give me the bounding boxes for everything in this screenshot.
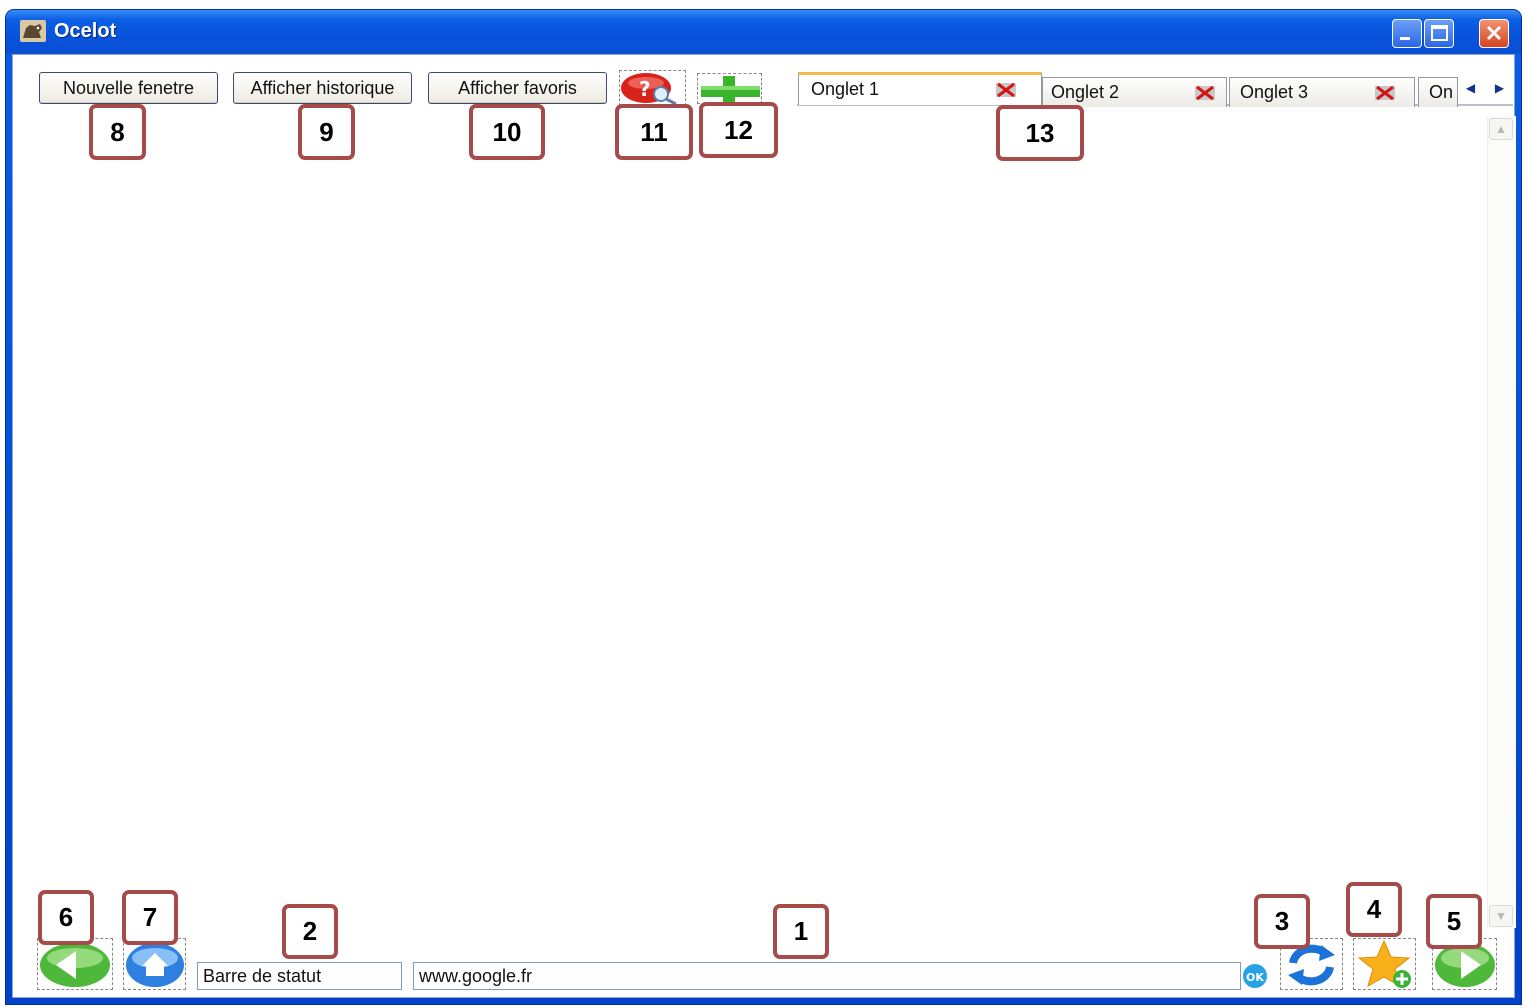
callout-5: 5 [1426, 894, 1482, 949]
tab-onglet-1[interactable]: Onglet 1 [798, 72, 1042, 105]
close-tab-icon[interactable] [1374, 84, 1396, 102]
tab-scroll-right-icon[interactable]: ▶ [1495, 81, 1504, 95]
home-icon [126, 943, 184, 987]
callout-8: 8 [89, 104, 146, 160]
callout-13: 13 [996, 105, 1084, 161]
add-favorite-button[interactable] [1353, 938, 1416, 990]
callout-4: 4 [1346, 882, 1402, 937]
callout-11: 11 [615, 104, 693, 160]
plus-icon [701, 76, 760, 104]
close-tab-icon[interactable] [995, 81, 1017, 99]
tab-scroll-buttons: ◀ ▶ [1456, 78, 1514, 98]
scroll-down-button[interactable]: ▼ [1489, 905, 1513, 927]
tab-label: On [1429, 82, 1454, 102]
url-input[interactable]: www.google.fr [413, 962, 1241, 990]
minimize-button[interactable] [1392, 19, 1422, 48]
ok-icon: OK [1243, 964, 1267, 988]
callout-12: 12 [699, 102, 778, 158]
chevron-up-icon: ▲ [1495, 122, 1507, 136]
browser-content-area[interactable] [12, 54, 1515, 998]
back-button[interactable] [37, 938, 113, 990]
help-search-icon: ? [621, 73, 677, 106]
tab-label: Onglet 1 [811, 79, 880, 99]
callout-9: 9 [298, 104, 355, 160]
callout-7: 7 [122, 890, 178, 945]
scroll-up-button[interactable]: ▲ [1489, 118, 1513, 140]
tab-onglet-2[interactable]: Onglet 2 [1042, 77, 1227, 107]
tab-onglet-3[interactable]: Onglet 3 [1229, 77, 1415, 107]
back-arrow-icon [40, 943, 110, 987]
star-add-icon [1357, 939, 1411, 988]
maximize-button[interactable] [1424, 19, 1454, 48]
maximize-icon [1431, 25, 1448, 41]
tab-onglet-4[interactable]: On [1418, 77, 1458, 107]
new-tab-button[interactable] [697, 73, 762, 104]
vertical-scrollbar[interactable] [1487, 116, 1516, 928]
chevron-down-icon: ▼ [1495, 909, 1507, 923]
svg-text:?: ? [639, 77, 651, 101]
status-bar: Barre de statut [197, 962, 402, 990]
home-button[interactable] [123, 938, 186, 990]
show-history-button[interactable]: Afficher historique [233, 72, 412, 104]
window-title: Ocelot [54, 20, 117, 42]
close-icon [1486, 25, 1502, 41]
callout-1: 1 [773, 904, 829, 959]
help-button[interactable]: ? [619, 70, 686, 106]
callout-6: 6 [38, 890, 94, 945]
tab-label: Onglet 3 [1240, 82, 1309, 102]
tab-scroll-left-icon[interactable]: ◀ [1466, 81, 1475, 95]
new-window-button[interactable]: Nouvelle fenetre [39, 72, 218, 104]
close-window-button[interactable] [1479, 19, 1509, 48]
callout-3: 3 [1254, 894, 1310, 949]
minimize-icon [1400, 37, 1410, 40]
svg-text:OK: OK [1246, 971, 1264, 984]
tab-label: Onglet 2 [1051, 82, 1120, 102]
callout-10: 10 [469, 104, 545, 160]
close-tab-icon[interactable] [1194, 84, 1216, 102]
callout-2: 2 [282, 904, 338, 959]
go-button[interactable]: OK [1241, 962, 1269, 990]
title-bar[interactable]: Ocelot [6, 10, 1521, 54]
ocelot-app-icon [20, 20, 46, 42]
show-favorites-button[interactable]: Afficher favoris [428, 72, 607, 104]
